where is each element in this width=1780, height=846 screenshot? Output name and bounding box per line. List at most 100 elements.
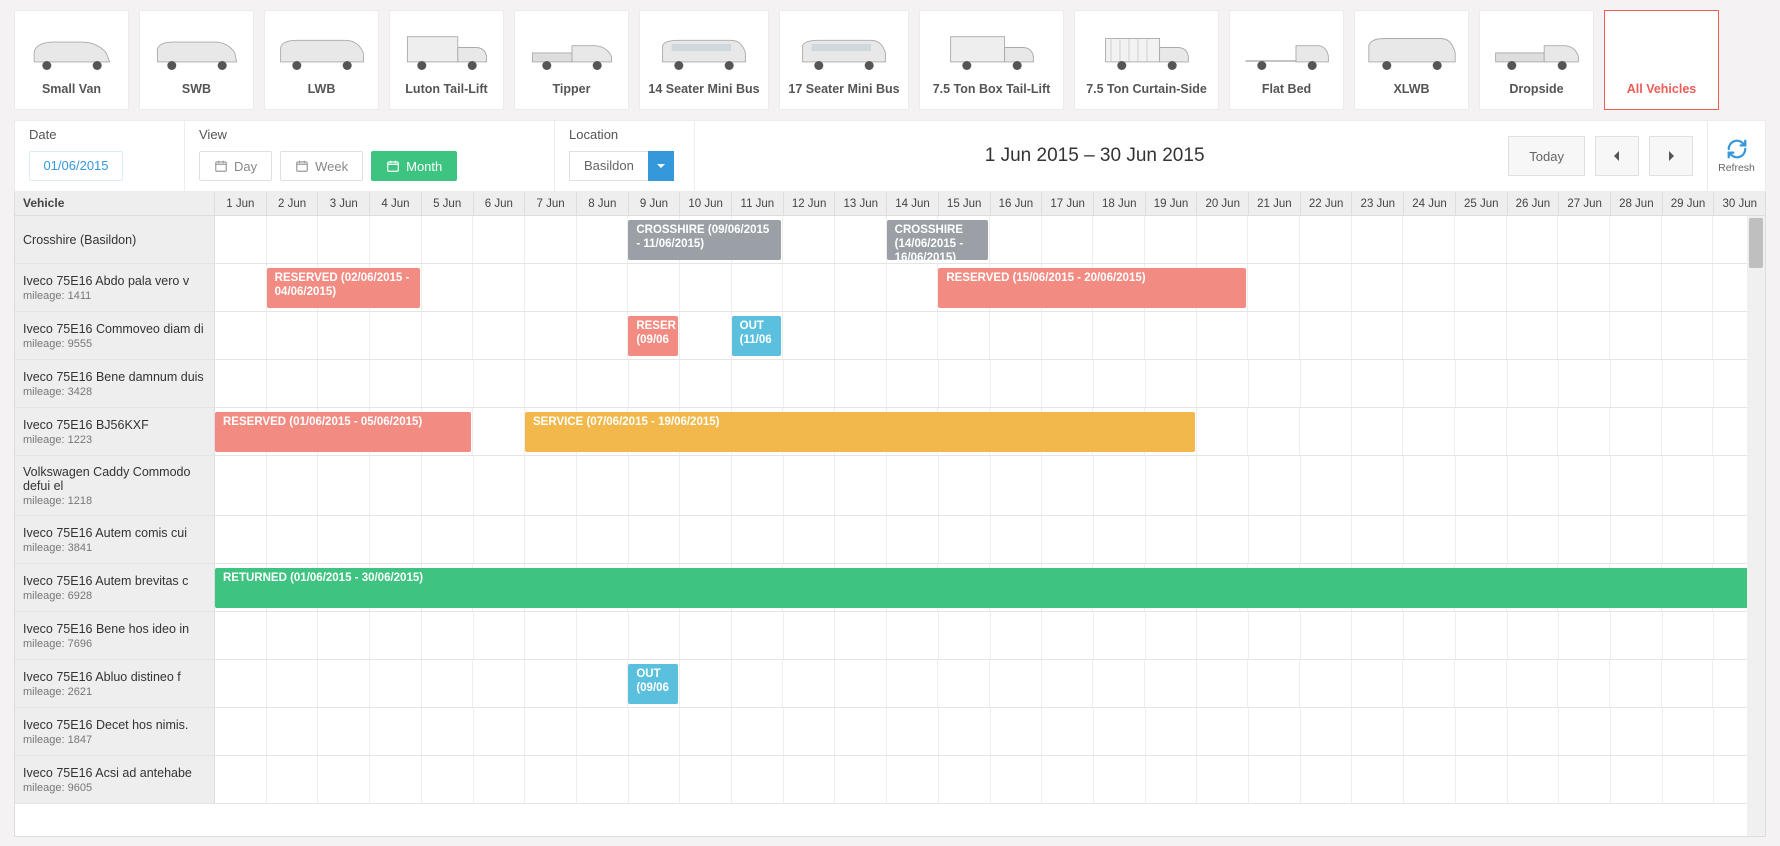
day-cell[interactable] xyxy=(525,264,577,311)
day-cell[interactable] xyxy=(318,216,370,263)
day-cell[interactable] xyxy=(1352,456,1404,515)
day-cell[interactable] xyxy=(1559,708,1611,755)
schedule-event[interactable]: OUT (11/06 xyxy=(732,316,782,356)
day-cell[interactable] xyxy=(1352,408,1404,455)
day-cell[interactable] xyxy=(990,216,1042,263)
day-cell[interactable] xyxy=(1403,408,1455,455)
day-cell[interactable] xyxy=(474,456,526,515)
day-cell[interactable] xyxy=(577,660,629,707)
day-cell[interactable] xyxy=(215,756,267,803)
next-button[interactable] xyxy=(1649,136,1693,176)
day-cell[interactable] xyxy=(887,612,939,659)
day-cell[interactable] xyxy=(1507,312,1559,359)
day-cell[interactable] xyxy=(1042,660,1094,707)
day-cell[interactable] xyxy=(732,708,784,755)
day-cell[interactable] xyxy=(887,708,939,755)
vehicle-cell[interactable]: Iveco 75E16 Abluo distineo fmileage: 262… xyxy=(15,660,215,707)
day-cell[interactable] xyxy=(939,360,991,407)
day-cell[interactable] xyxy=(1559,756,1611,803)
day-cell[interactable] xyxy=(1094,360,1146,407)
day-cell[interactable] xyxy=(525,312,577,359)
day-cell[interactable] xyxy=(784,612,836,659)
day-cell[interactable] xyxy=(680,516,732,563)
day-cell[interactable] xyxy=(1404,360,1456,407)
day-cell[interactable] xyxy=(474,756,526,803)
day-cell[interactable] xyxy=(525,660,577,707)
day-cell[interactable] xyxy=(318,360,370,407)
day-cell[interactable] xyxy=(1042,456,1094,515)
day-cell[interactable] xyxy=(1248,660,1300,707)
vehicle-cell[interactable]: Iveco 75E16 Bene damnum duismileage: 342… xyxy=(15,360,215,407)
day-cell[interactable] xyxy=(680,264,732,311)
day-cell[interactable] xyxy=(1610,660,1662,707)
day-cell[interactable] xyxy=(473,216,525,263)
day-cell[interactable] xyxy=(1352,312,1404,359)
day-cell[interactable] xyxy=(783,264,835,311)
day-cell[interactable] xyxy=(887,756,939,803)
day-cell[interactable] xyxy=(784,756,836,803)
schedule-event[interactable]: RESERVED (15/06/2015 - 20/06/2015) xyxy=(938,268,1246,308)
day-cell[interactable] xyxy=(938,660,990,707)
vehicle-filter-lwb[interactable]: LWB xyxy=(264,10,379,110)
day-cell[interactable] xyxy=(370,216,422,263)
day-cell[interactable] xyxy=(1146,708,1198,755)
schedule-event[interactable]: SERVICE (07/06/2015 - 19/06/2015) xyxy=(525,412,1195,452)
day-cell[interactable] xyxy=(1094,456,1146,515)
day-cell[interactable] xyxy=(267,360,319,407)
day-cell[interactable] xyxy=(1249,516,1301,563)
day-cell[interactable] xyxy=(267,612,319,659)
day-cell[interactable] xyxy=(1197,408,1249,455)
day-cell[interactable] xyxy=(370,456,422,515)
day-cell[interactable] xyxy=(1455,408,1507,455)
day-cell[interactable] xyxy=(318,756,370,803)
day-cell[interactable] xyxy=(1352,360,1404,407)
day-cell[interactable] xyxy=(422,660,474,707)
day-cell[interactable] xyxy=(732,612,784,659)
scrollbar[interactable] xyxy=(1747,216,1765,836)
vehicle-cell[interactable]: Iveco 75E16 Autem comis cuimileage: 3841 xyxy=(15,516,215,563)
day-cell[interactable] xyxy=(1455,216,1507,263)
day-cell[interactable] xyxy=(1042,312,1094,359)
day-cell[interactable] xyxy=(1663,456,1715,515)
day-cell[interactable] xyxy=(939,708,991,755)
day-cell[interactable] xyxy=(1507,216,1559,263)
day-cell[interactable] xyxy=(1146,516,1198,563)
day-cell[interactable] xyxy=(1559,612,1611,659)
day-cell[interactable] xyxy=(1456,456,1508,515)
day-cell[interactable] xyxy=(215,612,267,659)
day-cell[interactable] xyxy=(629,612,681,659)
vehicle-filter-swb[interactable]: SWB xyxy=(139,10,254,110)
day-cell[interactable] xyxy=(1508,756,1560,803)
day-cell[interactable] xyxy=(422,708,474,755)
day-cell[interactable] xyxy=(732,516,784,563)
day-cell[interactable] xyxy=(1300,408,1352,455)
day-cell[interactable] xyxy=(1610,408,1662,455)
day-cell[interactable] xyxy=(1094,756,1146,803)
vehicle-filter-dropside[interactable]: Dropside xyxy=(1479,10,1594,110)
day-cell[interactable] xyxy=(1611,612,1663,659)
day-cell[interactable] xyxy=(1197,756,1249,803)
location-select[interactable]: Basildon xyxy=(569,151,680,181)
day-cell[interactable] xyxy=(1042,516,1094,563)
day-cell[interactable] xyxy=(1042,612,1094,659)
day-cell[interactable] xyxy=(370,360,422,407)
day-cell[interactable] xyxy=(835,360,887,407)
day-cell[interactable] xyxy=(1093,216,1145,263)
day-cell[interactable] xyxy=(1146,612,1198,659)
day-cell[interactable] xyxy=(991,756,1043,803)
vehicle-filter-all-vehicles[interactable]: All Vehicles xyxy=(1604,10,1719,110)
day-cell[interactable] xyxy=(1248,312,1300,359)
day-cell[interactable] xyxy=(1558,312,1610,359)
day-cell[interactable] xyxy=(525,612,577,659)
day-cell[interactable] xyxy=(1352,264,1404,311)
day-cell[interactable] xyxy=(474,708,526,755)
day-cell[interactable] xyxy=(1663,612,1715,659)
schedule-event[interactable]: OUT (09/06 xyxy=(628,664,678,704)
vehicle-cell[interactable]: Crosshire (Basildon) xyxy=(15,216,215,263)
vehicle-cell[interactable]: Volkswagen Caddy Commodo defui elmileage… xyxy=(15,456,215,515)
day-cell[interactable] xyxy=(784,456,836,515)
day-cell[interactable] xyxy=(938,312,990,359)
day-cell[interactable] xyxy=(1559,516,1611,563)
day-cell[interactable] xyxy=(629,708,681,755)
day-cell[interactable] xyxy=(267,756,319,803)
